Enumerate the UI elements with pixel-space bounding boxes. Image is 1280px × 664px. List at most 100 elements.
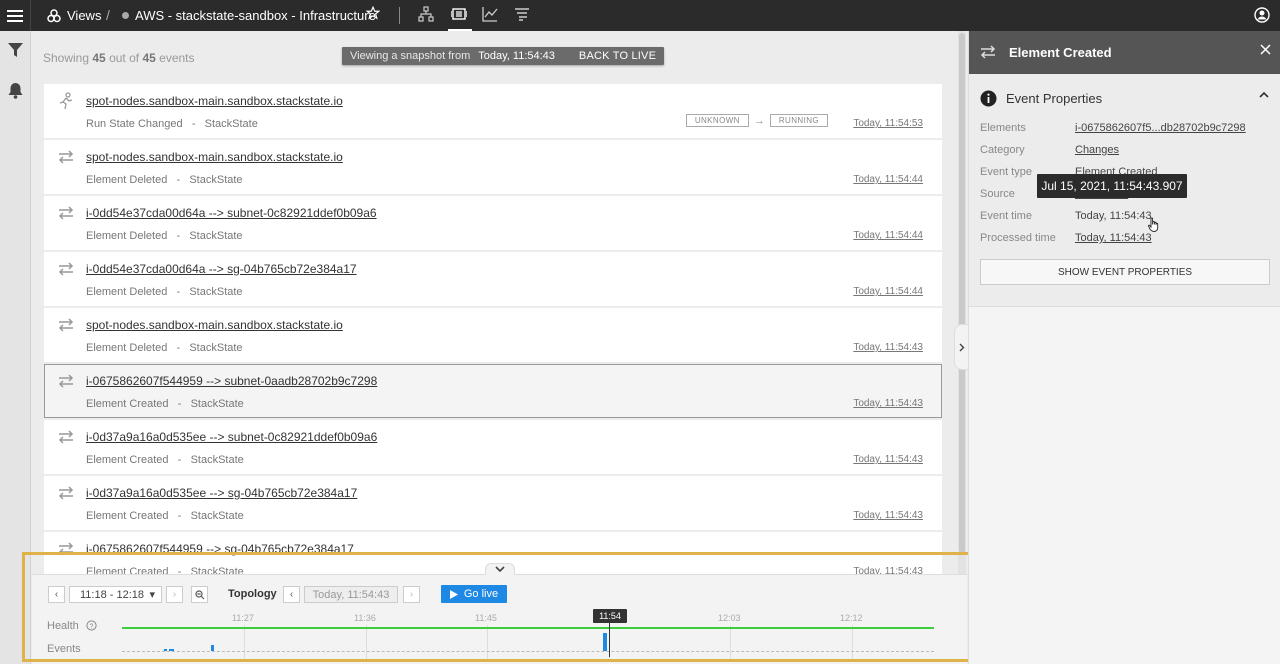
events-count: Showing 45 out of 45 events [43, 51, 195, 65]
event-time-link[interactable]: Today, 11:54:43 [853, 510, 923, 521]
event-title-link[interactable]: spot-nodes.sandbox-main.sandbox.stacksta… [86, 94, 343, 108]
event-row[interactable]: spot-nodes.sandbox-main.sandbox.stacksta… [44, 140, 942, 194]
traces-view-button[interactable] [514, 6, 532, 24]
relation-icon [58, 430, 74, 444]
left-rail [0, 31, 31, 664]
event-bar[interactable] [164, 649, 167, 651]
event-title-link[interactable]: i-0675862607f544959 --> subnet-0aadb2870… [86, 374, 377, 388]
event-row[interactable]: i-0675862607f544959 --> subnet-0aadb2870… [44, 364, 942, 418]
star-button[interactable] [365, 5, 381, 23]
event-time-link[interactable]: Today, 11:54:53 [853, 118, 923, 129]
tick-label: 12:12 [840, 613, 863, 623]
topology-time-field[interactable]: Today, 11:54:43 [304, 586, 398, 603]
event-bar[interactable] [603, 633, 607, 651]
relation-icon [58, 262, 74, 276]
event-type: Element Created [86, 510, 169, 522]
event-separator: - [177, 398, 182, 410]
notifications-icon [8, 83, 23, 99]
event-type: Element Deleted [86, 286, 168, 298]
scrollbar-thumb[interactable] [959, 33, 965, 553]
property-value[interactable]: Today, 11:54:43 [1075, 232, 1152, 244]
event-time-link[interactable]: Today, 11:54:43 [853, 398, 923, 409]
event-time-link[interactable]: Today, 11:54:44 [853, 230, 923, 241]
relation-icon [58, 542, 74, 556]
event-time-link[interactable]: Today, 11:54:43 [853, 454, 923, 465]
event-title-link[interactable]: spot-nodes.sandbox-main.sandbox.stacksta… [86, 318, 343, 332]
show-event-properties-button[interactable]: SHOW EVENT PROPERTIES [980, 259, 1270, 285]
current-time-line[interactable] [609, 623, 610, 657]
count-shown: 45 [92, 51, 106, 65]
event-subtitle: Run State Changed - StackState [86, 118, 258, 130]
event-bar[interactable] [169, 649, 174, 651]
event-subtitle: Element Deleted - StackState [86, 230, 243, 242]
health-line[interactable] [122, 627, 934, 629]
event-time-link[interactable]: Today, 11:54:44 [853, 174, 923, 185]
event-source: StackState [189, 174, 243, 186]
range-prev-button[interactable]: ‹ [48, 586, 65, 603]
health-row-label: Health ? [47, 620, 97, 632]
topology-prev-button[interactable]: ‹ [283, 586, 300, 603]
views-label: Views [67, 8, 102, 23]
event-row[interactable]: spot-nodes.sandbox-main.sandbox.stacksta… [44, 308, 942, 362]
event-row[interactable]: i-0d37a9a16a0d535ee --> subnet-0c82921dd… [44, 420, 942, 474]
zoom-out-icon [194, 589, 204, 599]
showing-prefix: Showing [43, 51, 90, 65]
event-source: StackState [189, 342, 243, 354]
breadcrumb-separator: / [106, 7, 110, 23]
property-value[interactable]: i-0675862607f5...db28702b9c7298 [1075, 122, 1246, 134]
event-row[interactable]: i-0dd54e37cda00d64a --> sg-04b765cb72e38… [44, 252, 942, 306]
event-title-link[interactable]: i-0d37a9a16a0d535ee --> subnet-0c82921dd… [86, 430, 377, 444]
property-key: Event time [980, 210, 1032, 222]
topology-next-button[interactable]: › [403, 586, 420, 603]
events-baseline [122, 651, 934, 652]
panel-toggle-button[interactable] [954, 324, 968, 370]
event-time-link[interactable]: Today, 11:54:43 [853, 342, 923, 353]
event-title-link[interactable]: i-0dd54e37cda00d64a --> subnet-0c82921dd… [86, 206, 377, 220]
topology-view-button[interactable] [418, 6, 436, 24]
panel-header: Element Created [969, 31, 1280, 74]
zoom-out-button[interactable] [191, 586, 208, 603]
event-title-link[interactable]: i-0dd54e37cda00d64a --> sg-04b765cb72e38… [86, 262, 357, 276]
back-to-live-button[interactable]: BACK TO LIVE [579, 50, 656, 62]
relation-icon [58, 374, 74, 388]
caret-down-icon: ▾ [149, 589, 155, 601]
event-row[interactable]: i-0dd54e37cda00d64a --> subnet-0c82921dd… [44, 196, 942, 250]
event-separator: - [191, 118, 196, 130]
chevron-up-icon[interactable] [1259, 91, 1269, 98]
range-next-button[interactable]: › [166, 586, 183, 603]
property-value[interactable]: Changes [1075, 144, 1119, 156]
event-row[interactable]: i-0d37a9a16a0d535ee --> sg-04b765cb72e38… [44, 476, 942, 530]
event-title-link[interactable]: spot-nodes.sandbox-main.sandbox.stacksta… [86, 150, 343, 164]
chevron-right-icon: › [172, 589, 177, 600]
topology-label: Topology [228, 588, 277, 600]
event-row[interactable]: spot-nodes.sandbox-main.sandbox.stacksta… [44, 84, 942, 138]
current-time-marker[interactable]: 11:54 [593, 609, 627, 623]
event-time-link[interactable]: Today, 11:54:44 [853, 286, 923, 297]
event-bar[interactable] [211, 645, 214, 651]
time-range-select[interactable]: 11:18 - 12:18 ▾ [69, 586, 162, 603]
user-menu-button[interactable] [1254, 7, 1270, 26]
event-separator: - [176, 286, 181, 298]
metrics-view-button[interactable] [482, 6, 500, 24]
timeline-collapse-button[interactable] [485, 563, 515, 575]
metrics-icon [482, 7, 498, 22]
menu-button[interactable] [0, 0, 31, 31]
close-icon[interactable] [1260, 44, 1271, 55]
property-key: Event type [980, 166, 1032, 178]
filter-button[interactable] [7, 42, 24, 59]
views-link[interactable]: Views [47, 8, 101, 23]
event-subtitle: Element Deleted - StackState [86, 174, 243, 186]
help-icon[interactable]: ? [86, 620, 97, 631]
panel-title: Element Created [1009, 45, 1112, 60]
notifications-button[interactable] [7, 82, 24, 99]
snapshot-banner: Viewing a snapshot from Today, 11:54:43 … [342, 47, 665, 65]
events-view-button[interactable] [448, 6, 472, 31]
event-type: Element Created [86, 398, 169, 410]
time-range-value: 11:18 - 12:18 [80, 588, 145, 601]
timeline-panel: ‹ 11:18 - 12:18 ▾ › Topology ‹ Today, 11… [32, 563, 967, 664]
event-title-link[interactable]: i-0675862607f544959 --> sg-04b765cb72e38… [86, 542, 354, 556]
go-live-button[interactable]: Go live [441, 585, 507, 603]
relation-icon [58, 318, 74, 332]
relation-icon [58, 486, 74, 500]
event-title-link[interactable]: i-0d37a9a16a0d535ee --> sg-04b765cb72e38… [86, 486, 357, 500]
